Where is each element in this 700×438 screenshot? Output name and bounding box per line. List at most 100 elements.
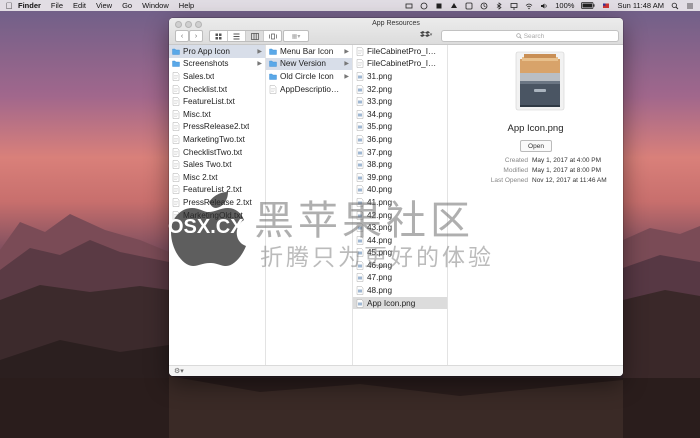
list-item[interactable]: 40.png — [353, 184, 447, 197]
list-item[interactable]: Old Circle Icon ▶ — [266, 70, 352, 83]
apple-menu-icon[interactable]:  — [0, 1, 18, 11]
list-item[interactable]: FeatureList.txt — [169, 95, 265, 108]
folder-icon — [269, 73, 277, 80]
list-item[interactable]: 33.png — [353, 95, 447, 108]
notification-center-icon[interactable] — [686, 2, 694, 10]
list-item[interactable]: 41.png — [353, 196, 447, 209]
back-button[interactable]: ‹ — [175, 30, 189, 42]
list-item[interactable]: 32.png — [353, 83, 447, 96]
bluetooth-icon[interactable] — [495, 1, 503, 10]
wifi-icon[interactable] — [525, 2, 533, 10]
menu-extra-icon[interactable] — [405, 2, 413, 10]
list-item[interactable]: 34.png — [353, 108, 447, 121]
list-item[interactable]: 36.png — [353, 133, 447, 146]
columns-icon — [250, 32, 259, 40]
list-item[interactable]: Pro App Icon ▶ — [169, 45, 265, 58]
column-3[interactable]: FileCabinetPro_I… FileCabinetPro_I… 31.png… — [353, 45, 448, 365]
list-item[interactable]: AppDescriptio… — [266, 83, 352, 96]
menu-window[interactable]: Window — [142, 1, 169, 10]
menu-extra-icon[interactable] — [420, 2, 428, 10]
list-item[interactable]: ChecklistTwo.txt — [169, 146, 265, 159]
list-item[interactable]: 45.png — [353, 247, 447, 260]
list-item[interactable]: 31.png — [353, 70, 447, 83]
volume-icon[interactable] — [540, 2, 548, 10]
list-item[interactable]: Sales Two.txt — [169, 158, 265, 171]
arrange-icon: ▦▾ — [291, 33, 301, 40]
gear-icon[interactable]: ⚙▾ — [174, 367, 184, 375]
list-item[interactable]: 37.png — [353, 146, 447, 159]
list-item[interactable]: Screenshots ▶ — [169, 58, 265, 71]
image-file-icon — [356, 84, 364, 94]
image-file-icon — [356, 185, 364, 195]
icon-view-button[interactable] — [210, 31, 228, 41]
flag-icon[interactable] — [602, 2, 610, 10]
list-item[interactable]: 48.png — [353, 284, 447, 297]
image-file-icon — [356, 286, 364, 295]
item-label: Misc 2.txt — [183, 172, 218, 182]
image-file-icon — [356, 210, 364, 220]
list-item[interactable]: Misc 2.txt — [169, 171, 265, 184]
menu-extra-icon[interactable] — [450, 2, 458, 10]
list-view-button[interactable] — [228, 31, 246, 41]
list-item[interactable]: Misc.txt — [169, 108, 265, 121]
menu-go[interactable]: Go — [122, 1, 132, 10]
menu-app-name[interactable]: Finder — [18, 1, 41, 10]
menu-extra-icon[interactable] — [465, 2, 473, 10]
search-icon — [516, 33, 522, 39]
item-label: PressRelease 2.txt — [183, 197, 252, 207]
column-2[interactable]: Menu Bar Icon ▶ New Version ▶ Old Circle Ico… — [266, 45, 353, 365]
list-item[interactable]: PressRelease2.txt — [169, 121, 265, 134]
list-item[interactable]: 42.png — [353, 209, 447, 222]
menu-view[interactable]: View — [96, 1, 112, 10]
item-label: 38.png — [367, 160, 393, 170]
status-bar: ⚙▾ — [169, 365, 623, 376]
battery-icon[interactable] — [581, 2, 595, 9]
menu-file[interactable]: File — [51, 1, 63, 10]
list-item[interactable]: MarketingTwo.txt — [169, 133, 265, 146]
list-item[interactable]: 38.png — [353, 158, 447, 171]
dropbox-button[interactable]: ▾ — [415, 30, 435, 40]
item-label: New Version — [280, 59, 326, 69]
list-item[interactable]: Menu Bar Icon ▶ — [266, 45, 352, 58]
battery-percent[interactable]: 100% — [555, 1, 574, 10]
time-machine-icon[interactable] — [480, 2, 488, 10]
menu-extra-icon[interactable] — [435, 2, 443, 10]
menubar-clock[interactable]: Sun 11:48 AM — [617, 1, 664, 10]
item-label: MarketingOld.txt — [183, 210, 243, 220]
meta-value: Nov 12, 2017 at 11:46 AM — [532, 176, 607, 184]
search-field[interactable]: Search — [441, 30, 619, 42]
list-item[interactable]: 43.png — [353, 221, 447, 234]
list-item[interactable]: MarketingOld.txt — [169, 209, 265, 222]
list-item[interactable]: 39.png — [353, 171, 447, 184]
column-view-button[interactable] — [246, 31, 264, 41]
arrange-button[interactable]: ▦▾ — [283, 30, 309, 42]
gallery-view-button[interactable] — [264, 31, 281, 41]
list-item[interactable]: 46.png — [353, 259, 447, 272]
item-label: FeatureList 2.txt — [183, 185, 242, 195]
menu-help[interactable]: Help — [179, 1, 194, 10]
list-item[interactable]: FileCabinetPro_I… — [353, 58, 447, 71]
display-icon[interactable] — [510, 2, 518, 10]
forward-button[interactable]: › — [189, 30, 203, 42]
document-icon — [172, 198, 180, 207]
status-area: 100% Sun 11:48 AM — [405, 1, 700, 10]
menu-edit[interactable]: Edit — [73, 1, 86, 10]
list-item[interactable]: New Version ▶ — [266, 57, 352, 71]
list-item[interactable]: FileCabinetPro_I… — [353, 45, 447, 58]
list-item[interactable]: 35.png — [353, 121, 447, 134]
column-1[interactable]: Pro App Icon ▶ Screenshots ▶ Sales.txt Checkl… — [169, 45, 266, 365]
document-icon — [172, 160, 180, 169]
list-item[interactable]: Sales.txt — [169, 70, 265, 83]
list-item[interactable]: 44.png — [353, 234, 447, 247]
image-file-icon — [356, 122, 364, 132]
chevron-right-icon: ▶ — [257, 48, 262, 55]
grid-icon — [215, 33, 222, 39]
list-item[interactable]: Checklist.txt — [169, 83, 265, 96]
list-item[interactable]: FeatureList 2.txt — [169, 184, 265, 197]
spotlight-search-icon[interactable] — [671, 2, 679, 10]
image-file-icon — [356, 273, 364, 283]
list-item[interactable]: App Icon.png — [353, 296, 447, 310]
list-item[interactable]: PressRelease 2.txt — [169, 196, 265, 209]
open-button[interactable]: Open — [520, 140, 552, 152]
list-item[interactable]: 47.png — [353, 272, 447, 285]
